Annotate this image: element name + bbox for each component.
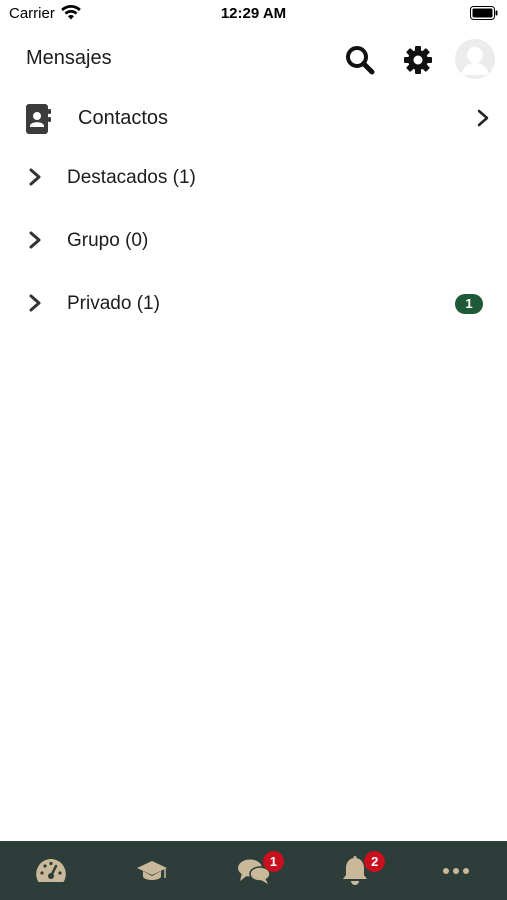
more-dots-icon — [443, 867, 470, 874]
chevron-right-icon — [29, 294, 41, 312]
search-button[interactable] — [342, 42, 378, 78]
graduation-cap-icon — [137, 860, 168, 880]
bottom-tab-bar: 1 2 — [0, 841, 507, 900]
header: Mensajes — [0, 30, 507, 88]
tab-messages[interactable]: 1 — [203, 841, 304, 900]
settings-button[interactable] — [400, 42, 436, 78]
tab-notifications[interactable]: 2 — [304, 841, 405, 900]
battery-icon — [470, 6, 498, 20]
group-row-destacados[interactable]: Destacados (1) — [0, 148, 507, 208]
speedometer-icon — [35, 858, 66, 882]
group-row-grupo[interactable]: Grupo (0) — [0, 211, 507, 271]
tab-courses[interactable] — [101, 841, 202, 900]
gear-icon — [404, 46, 432, 74]
chevron-right-icon — [29, 168, 41, 186]
chevron-right-icon — [29, 231, 41, 249]
chevron-right-icon — [477, 109, 489, 127]
contacts-row[interactable]: Contactos — [0, 88, 507, 148]
contacts-label: Contactos — [78, 107, 169, 129]
status-bar: Carrier 12:29 AM — [0, 0, 507, 28]
unread-count-badge: 1 — [455, 294, 483, 314]
tab-more[interactable] — [406, 841, 507, 900]
user-avatar-icon — [455, 39, 495, 79]
messages-badge: 1 — [262, 851, 284, 872]
tab-dashboard[interactable] — [0, 841, 101, 900]
page-title: Mensajes — [26, 47, 112, 69]
group-label: Destacados (1) — [67, 167, 196, 188]
address-book-icon — [26, 104, 51, 134]
group-row-privado[interactable]: Privado (1) 1 — [0, 274, 507, 334]
avatar[interactable] — [455, 39, 495, 79]
group-label: Grupo (0) — [67, 230, 149, 251]
messages-screen: Carrier 12:29 AM Mensajes Contactos Dest… — [0, 0, 507, 900]
search-icon — [346, 46, 375, 75]
group-label: Privado (1) — [67, 293, 160, 314]
notifications-badge: 2 — [364, 851, 386, 872]
status-time: 12:29 AM — [220, 5, 287, 22]
